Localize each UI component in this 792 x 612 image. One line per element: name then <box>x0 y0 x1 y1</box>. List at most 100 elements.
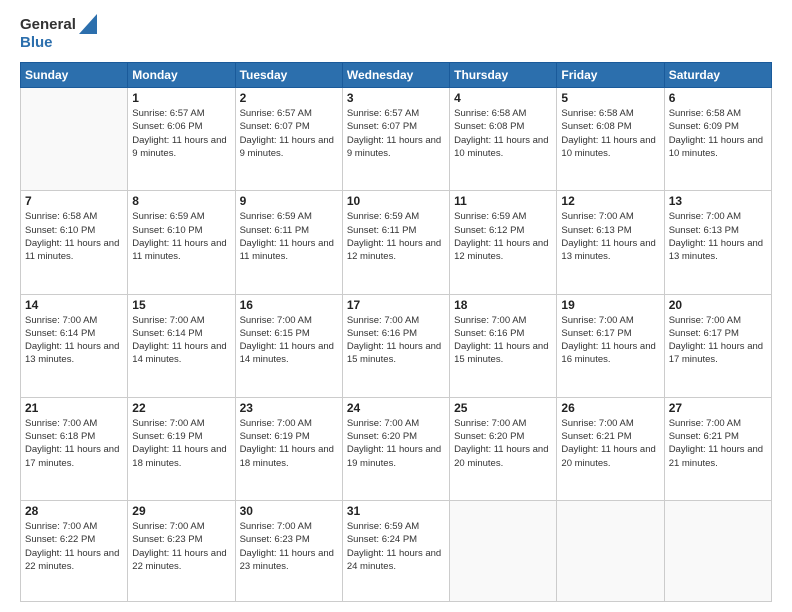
calendar-cell: 8 Sunrise: 6:59 AMSunset: 6:10 PMDaylight… <box>128 191 235 294</box>
day-info: Sunrise: 6:59 AMSunset: 6:12 PMDaylight:… <box>454 210 552 263</box>
logo-general: General <box>20 16 76 34</box>
day-info: Sunrise: 7:00 AMSunset: 6:16 PMDaylight:… <box>347 314 445 367</box>
calendar-table: SundayMondayTuesdayWednesdayThursdayFrid… <box>20 62 772 602</box>
day-info: Sunrise: 7:00 AMSunset: 6:19 PMDaylight:… <box>132 417 230 470</box>
day-info: Sunrise: 7:00 AMSunset: 6:19 PMDaylight:… <box>240 417 338 470</box>
day-info: Sunrise: 6:59 AMSunset: 6:11 PMDaylight:… <box>347 210 445 263</box>
day-info: Sunrise: 7:00 AMSunset: 6:18 PMDaylight:… <box>25 417 123 470</box>
day-info: Sunrise: 6:59 AMSunset: 6:11 PMDaylight:… <box>240 210 338 263</box>
logo-blue: Blue <box>20 34 53 51</box>
calendar-cell: 20 Sunrise: 7:00 AMSunset: 6:17 PMDayligh… <box>664 294 771 397</box>
day-number: 28 <box>25 504 123 518</box>
calendar-cell <box>450 501 557 602</box>
day-info: Sunrise: 7:00 AMSunset: 6:17 PMDaylight:… <box>561 314 659 367</box>
logo: General Blue <box>20 16 97 52</box>
calendar-cell <box>21 88 128 191</box>
day-number: 27 <box>669 401 767 415</box>
day-info: Sunrise: 7:00 AMSunset: 6:15 PMDaylight:… <box>240 314 338 367</box>
calendar-cell: 25Sunrise: 7:00 AMSunset: 6:20 PMDayligh… <box>450 397 557 500</box>
calendar-header-tuesday: Tuesday <box>235 63 342 88</box>
day-info: Sunrise: 7:00 AMSunset: 6:23 PMDaylight:… <box>132 520 230 573</box>
calendar-cell: 27 Sunrise: 7:00 AMSunset: 6:21 PMDayligh… <box>664 397 771 500</box>
day-number: 9 <box>240 194 338 208</box>
calendar-cell: 9 Sunrise: 6:59 AMSunset: 6:11 PMDaylight… <box>235 191 342 294</box>
day-number: 13 <box>669 194 767 208</box>
calendar-cell: 17 Sunrise: 7:00 AMSunset: 6:16 PMDayligh… <box>342 294 449 397</box>
day-info: Sunrise: 7:00 AMSunset: 6:20 PMDaylight:… <box>347 417 445 470</box>
calendar-cell: 30 Sunrise: 7:00 AMSunset: 6:23 PMDayligh… <box>235 501 342 602</box>
calendar-header-saturday: Saturday <box>664 63 771 88</box>
calendar-cell: 11 Sunrise: 6:59 AMSunset: 6:12 PMDayligh… <box>450 191 557 294</box>
calendar-header-thursday: Thursday <box>450 63 557 88</box>
calendar-cell: 26Sunrise: 7:00 AMSunset: 6:21 PMDayligh… <box>557 397 664 500</box>
calendar-cell: 6Sunrise: 6:58 AMSunset: 6:09 PMDaylight… <box>664 88 771 191</box>
day-number: 4 <box>454 91 552 105</box>
day-number: 10 <box>347 194 445 208</box>
day-info: Sunrise: 7:00 AMSunset: 6:20 PMDaylight:… <box>454 417 552 470</box>
day-info: Sunrise: 6:58 AMSunset: 6:08 PMDaylight:… <box>561 107 659 160</box>
day-number: 2 <box>240 91 338 105</box>
day-number: 30 <box>240 504 338 518</box>
calendar-cell: 28 Sunrise: 7:00 AMSunset: 6:22 PMDayligh… <box>21 501 128 602</box>
day-number: 24 <box>347 401 445 415</box>
day-number: 17 <box>347 298 445 312</box>
day-info: Sunrise: 7:00 AMSunset: 6:22 PMDaylight:… <box>25 520 123 573</box>
calendar-cell: 3 Sunrise: 6:57 AMSunset: 6:07 PMDaylight… <box>342 88 449 191</box>
day-info: Sunrise: 7:00 AMSunset: 6:16 PMDaylight:… <box>454 314 552 367</box>
calendar-cell: 15 Sunrise: 7:00 AMSunset: 6:14 PMDayligh… <box>128 294 235 397</box>
day-number: 11 <box>454 194 552 208</box>
day-number: 19 <box>561 298 659 312</box>
day-number: 31 <box>347 504 445 518</box>
day-info: Sunrise: 6:58 AMSunset: 6:08 PMDaylight:… <box>454 107 552 160</box>
day-info: Sunrise: 7:00 AMSunset: 6:21 PMDaylight:… <box>669 417 767 470</box>
week-row-4: 21 Sunrise: 7:00 AMSunset: 6:18 PMDayligh… <box>21 397 772 500</box>
day-number: 14 <box>25 298 123 312</box>
day-info: Sunrise: 7:00 AMSunset: 6:23 PMDaylight:… <box>240 520 338 573</box>
week-row-1: 1Sunrise: 6:57 AMSunset: 6:06 PMDaylight… <box>21 88 772 191</box>
day-info: Sunrise: 6:58 AMSunset: 6:09 PMDaylight:… <box>669 107 767 160</box>
day-info: Sunrise: 7:00 AMSunset: 6:13 PMDaylight:… <box>561 210 659 263</box>
day-number: 7 <box>25 194 123 208</box>
calendar-cell: 13 Sunrise: 7:00 AMSunset: 6:13 PMDayligh… <box>664 191 771 294</box>
day-info: Sunrise: 7:00 AMSunset: 6:13 PMDaylight:… <box>669 210 767 263</box>
week-row-2: 7 Sunrise: 6:58 AMSunset: 6:10 PMDaylight… <box>21 191 772 294</box>
calendar-cell: 31 Sunrise: 6:59 AMSunset: 6:24 PMDayligh… <box>342 501 449 602</box>
calendar-header-wednesday: Wednesday <box>342 63 449 88</box>
day-number: 20 <box>669 298 767 312</box>
day-number: 22 <box>132 401 230 415</box>
calendar-cell: 1Sunrise: 6:57 AMSunset: 6:06 PMDaylight… <box>128 88 235 191</box>
day-info: Sunrise: 6:57 AMSunset: 6:07 PMDaylight:… <box>347 107 445 160</box>
day-number: 1 <box>132 91 230 105</box>
calendar-cell: 2Sunrise: 6:57 AMSunset: 6:07 PMDaylight… <box>235 88 342 191</box>
calendar-cell: 12Sunrise: 7:00 AMSunset: 6:13 PMDayligh… <box>557 191 664 294</box>
day-info: Sunrise: 7:00 AMSunset: 6:17 PMDaylight:… <box>669 314 767 367</box>
day-info: Sunrise: 7:00 AMSunset: 6:21 PMDaylight:… <box>561 417 659 470</box>
calendar-cell: 29 Sunrise: 7:00 AMSunset: 6:23 PMDayligh… <box>128 501 235 602</box>
calendar-cell: 24 Sunrise: 7:00 AMSunset: 6:20 PMDayligh… <box>342 397 449 500</box>
day-number: 29 <box>132 504 230 518</box>
calendar-cell: 14Sunrise: 7:00 AMSunset: 6:14 PMDayligh… <box>21 294 128 397</box>
day-number: 16 <box>240 298 338 312</box>
day-number: 8 <box>132 194 230 208</box>
day-number: 15 <box>132 298 230 312</box>
calendar-cell <box>557 501 664 602</box>
calendar-cell: 22 Sunrise: 7:00 AMSunset: 6:19 PMDayligh… <box>128 397 235 500</box>
day-number: 3 <box>347 91 445 105</box>
day-info: Sunrise: 6:59 AMSunset: 6:10 PMDaylight:… <box>132 210 230 263</box>
calendar-header-sunday: Sunday <box>21 63 128 88</box>
day-number: 23 <box>240 401 338 415</box>
day-info: Sunrise: 6:59 AMSunset: 6:24 PMDaylight:… <box>347 520 445 573</box>
day-number: 21 <box>25 401 123 415</box>
day-number: 18 <box>454 298 552 312</box>
calendar-header-friday: Friday <box>557 63 664 88</box>
calendar-cell: 19 Sunrise: 7:00 AMSunset: 6:17 PMDayligh… <box>557 294 664 397</box>
logo-triangle-icon <box>79 14 97 34</box>
day-number: 5 <box>561 91 659 105</box>
calendar-cell: 10 Sunrise: 6:59 AMSunset: 6:11 PMDayligh… <box>342 191 449 294</box>
week-row-3: 14 Sunrise: 7:00 AMSunset: 6:14 PMDayligh… <box>21 294 772 397</box>
calendar-cell: 7 Sunrise: 6:58 AMSunset: 6:10 PMDaylight… <box>21 191 128 294</box>
day-info: Sunrise: 7:00 AMSunset: 6:14 PMDaylight:… <box>132 314 230 367</box>
calendar-cell: 16 Sunrise: 7:00 AMSunset: 6:15 PMDayligh… <box>235 294 342 397</box>
day-info: Sunrise: 6:58 AMSunset: 6:10 PMDaylight:… <box>25 210 123 263</box>
calendar-cell: 21 Sunrise: 7:00 AMSunset: 6:18 PMDayligh… <box>21 397 128 500</box>
